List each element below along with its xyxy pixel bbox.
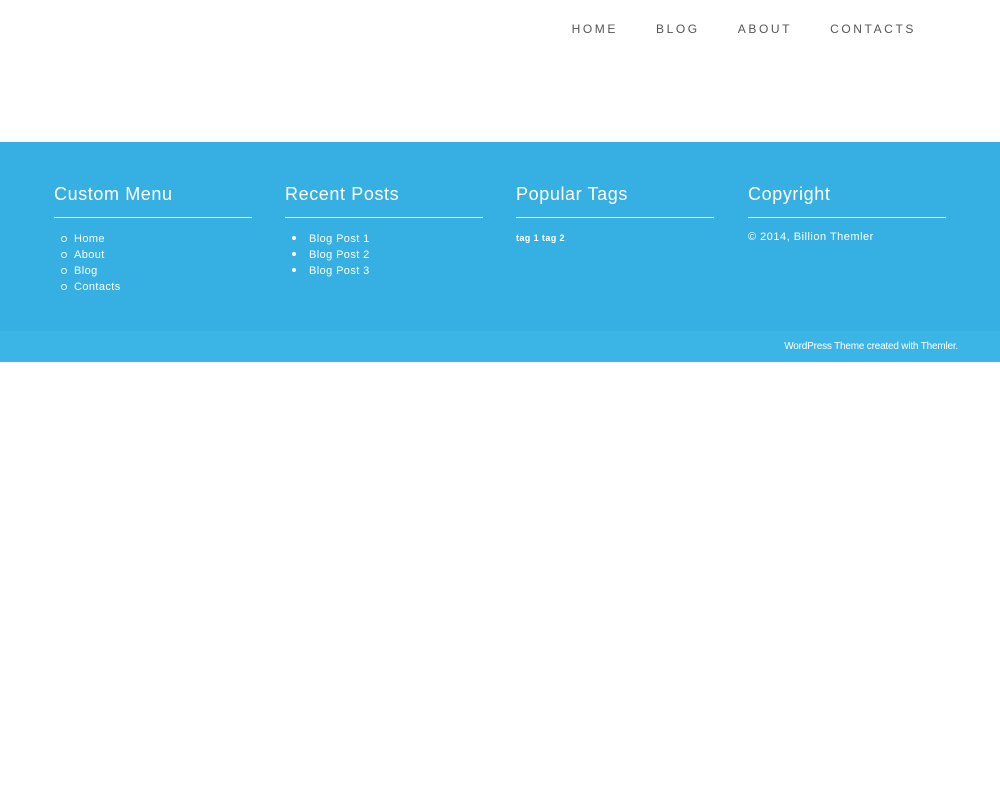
recent-posts-widget: Recent Posts Blog Post 1 Blog Post 2 Blo…	[285, 183, 483, 279]
nav-about-link[interactable]: ABOUT	[738, 22, 792, 36]
circle-bullet-icon	[61, 236, 67, 242]
nav-blog-link[interactable]: BLOG	[656, 22, 700, 36]
site-header: HOME BLOG ABOUT CONTACTS	[0, 0, 1000, 142]
disc-bullet-icon	[292, 268, 296, 272]
disc-bullet-icon	[292, 252, 296, 256]
tag-cloud: tag 1 tag 2	[516, 233, 714, 243]
recent-posts-title: Recent Posts	[285, 183, 483, 218]
custom-menu-list: Home About Blog Contacts	[54, 231, 252, 295]
popular-tags-widget: Popular Tags tag 1 tag 2	[516, 183, 714, 243]
circle-bullet-icon	[61, 284, 67, 290]
theme-credit-link[interactable]: WordPress Theme created with Themler.	[784, 341, 958, 352]
tag-link[interactable]: tag 1	[516, 233, 539, 243]
circle-bullet-icon	[61, 268, 67, 274]
copyright-text: © 2014, Billion Themler	[748, 231, 874, 243]
main-nav: HOME BLOG ABOUT CONTACTS	[572, 22, 916, 36]
custom-menu-item-about[interactable]: About	[54, 247, 252, 263]
custom-menu-widget: Custom Menu Home About Blog Contacts	[54, 183, 252, 295]
recent-post-item[interactable]: Blog Post 1	[285, 231, 483, 247]
nav-home-link[interactable]: HOME	[572, 22, 618, 36]
tag-link[interactable]: tag 2	[542, 233, 565, 243]
nav-contacts-link[interactable]: CONTACTS	[830, 22, 916, 36]
custom-menu-title: Custom Menu	[54, 183, 252, 218]
custom-menu-item-blog[interactable]: Blog	[54, 263, 252, 279]
site-footer: Custom Menu Home About Blog Contacts Rec…	[0, 142, 1000, 331]
recent-posts-list: Blog Post 1 Blog Post 2 Blog Post 3	[285, 231, 483, 279]
copyright-title: Copyright	[748, 183, 946, 218]
copyright-widget: Copyright © 2014, Billion Themler	[748, 183, 946, 243]
recent-post-item[interactable]: Blog Post 3	[285, 263, 483, 279]
recent-post-item[interactable]: Blog Post 2	[285, 247, 483, 263]
popular-tags-title: Popular Tags	[516, 183, 714, 218]
custom-menu-item-home[interactable]: Home	[54, 231, 252, 247]
footer-bottom-bar: WordPress Theme created with Themler.	[0, 331, 1000, 362]
circle-bullet-icon	[61, 252, 67, 258]
disc-bullet-icon	[292, 236, 296, 240]
custom-menu-item-contacts[interactable]: Contacts	[54, 279, 252, 295]
